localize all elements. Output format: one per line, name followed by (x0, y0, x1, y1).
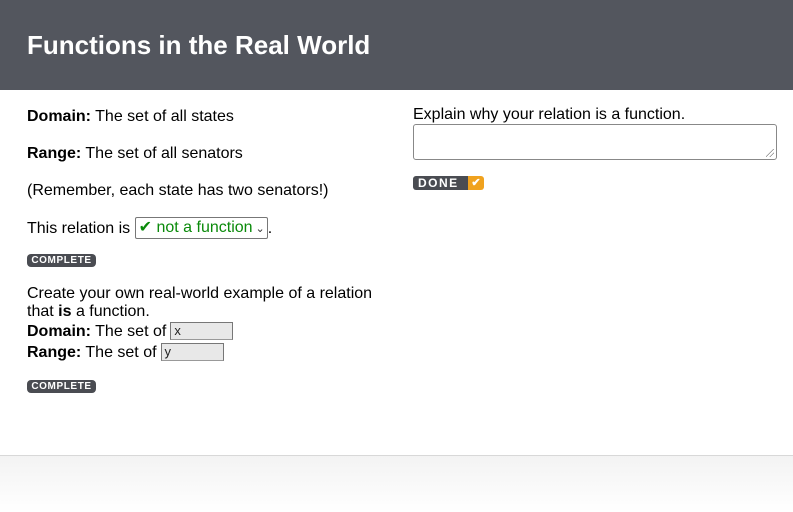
own-range-line: Range: The set of y (27, 342, 224, 362)
create-prompt-line-2: that is a function. (27, 303, 372, 321)
explain-prompt: Explain why your relation is a function. (413, 106, 686, 123)
own-range-input[interactable]: y (160, 342, 224, 361)
own-domain-label: Domain: (27, 323, 91, 340)
own-domain-line: Domain: The set of x (27, 321, 234, 341)
domain-label: Domain: (27, 108, 91, 125)
domain-line: Domain: The set of all states (27, 107, 234, 126)
checkmark-icon: ✔ (468, 176, 484, 190)
resize-grip-icon[interactable] (766, 149, 774, 157)
check-icon: ✔ (138, 219, 153, 236)
chevron-down-icon: ⌄ (255, 223, 265, 235)
own-domain-text: The set of (95, 323, 167, 340)
explain-textarea[interactable] (413, 124, 777, 160)
relation-select-value: not a function (156, 219, 253, 236)
relation-prefix: This relation is (27, 220, 131, 238)
range-label: Range: (27, 145, 82, 162)
page-footer (0, 455, 793, 512)
create-prompt-line-1: Create your own real-world example of a … (27, 285, 373, 302)
own-range-text: The set of (85, 344, 157, 361)
own-domain-input[interactable]: x (170, 321, 234, 340)
complete-button-1[interactable]: COMPLETE (27, 254, 96, 267)
complete-button-2[interactable]: COMPLETE (27, 380, 96, 393)
range-text: The set of all senators (85, 145, 243, 162)
page-title: Functions in the Real World (27, 30, 371, 60)
create-prompt-is: is (58, 303, 72, 320)
page-header: Functions in the Real World (0, 0, 793, 90)
done-label: DONE (413, 176, 468, 190)
domain-text: The set of all states (95, 108, 234, 125)
relation-suffix: . (267, 220, 273, 238)
remember-note: (Remember, each state has two senators!) (27, 182, 329, 199)
range-line: Range: The set of all senators (27, 144, 243, 163)
create-prompt-end: a function. (75, 303, 150, 320)
relation-line: This relation is ✔ not a function ⌄. (27, 217, 273, 240)
own-range-label: Range: (27, 344, 82, 361)
relation-select[interactable]: ✔ not a function ⌄ (134, 217, 268, 239)
done-button[interactable]: DONE ✔ (413, 176, 484, 190)
create-prompt: Create your own real-world example of a … (27, 285, 372, 321)
create-prompt-that: that (27, 303, 54, 320)
